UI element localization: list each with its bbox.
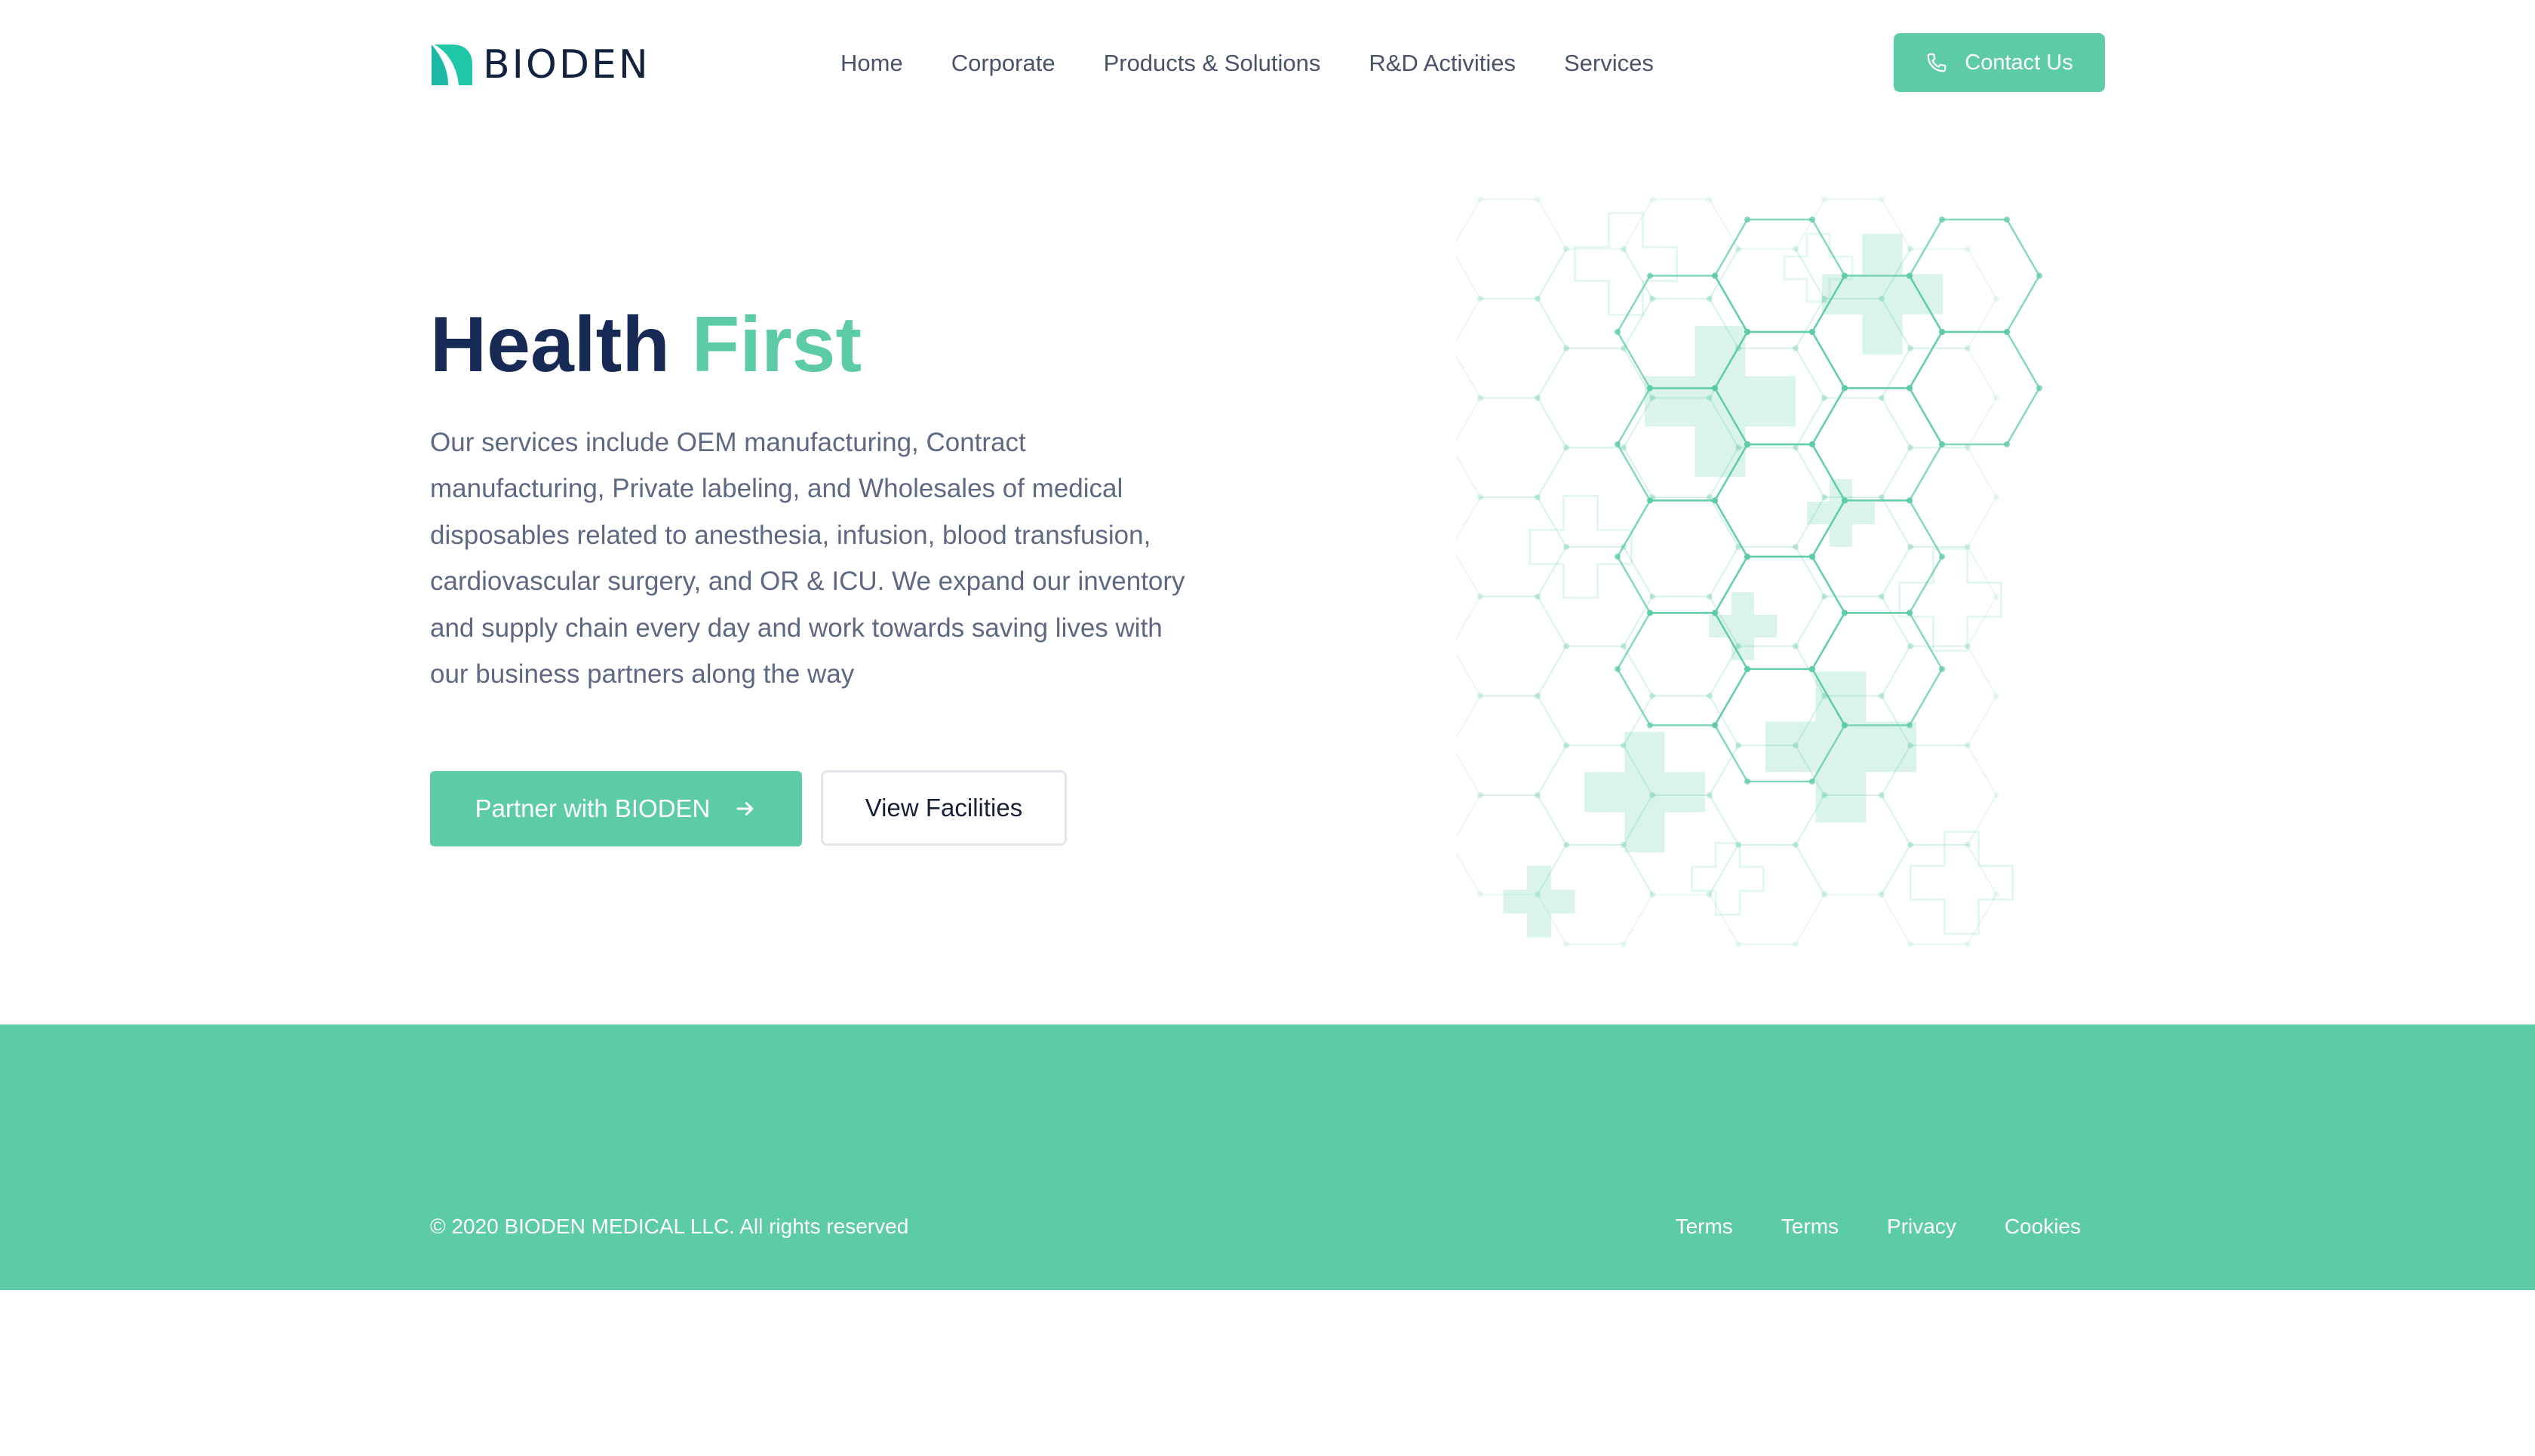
arrow-right-icon — [736, 802, 754, 816]
partner-button[interactable]: Partner with BIODEN — [430, 771, 802, 846]
hero-title-part2: First — [691, 301, 862, 389]
site-footer: © 2020 BIODEN MEDICAL LLC. All rights re… — [0, 1024, 2535, 1290]
footer-link-terms-2[interactable]: Terms — [1781, 1215, 1839, 1239]
copyright-text: © 2020 BIODEN MEDICAL LLC. All rights re… — [430, 1215, 909, 1238]
contact-us-button[interactable]: Contact Us — [1894, 33, 2105, 92]
footer-link-terms[interactable]: Terms — [1676, 1215, 1733, 1239]
footer-links: Terms Terms Privacy Cookies — [1627, 1215, 2081, 1239]
nav-item-home[interactable]: Home — [840, 50, 903, 77]
page: BIODEN Home Corporate Products & Solutio… — [0, 0, 2535, 1456]
nav-item-services[interactable]: Services — [1564, 50, 1654, 77]
hero-description: Our services include OEM manufacturing, … — [430, 428, 1185, 690]
hexagon-medical-pattern-illustration — [1456, 196, 2042, 948]
logo-text: BIODEN — [483, 42, 650, 88]
site-header: BIODEN Home Corporate Products & Solutio… — [0, 0, 2535, 128]
nav-item-rd-activities[interactable]: R&D Activities — [1369, 50, 1516, 77]
footer-link-cookies[interactable]: Cookies — [2005, 1215, 2081, 1239]
nav-item-products-solutions[interactable]: Products & Solutions — [1104, 50, 1321, 77]
view-facilities-label: View Facilities — [865, 794, 1023, 822]
logo-link[interactable]: BIODEN — [430, 42, 650, 88]
main-nav: Home Corporate Products & Solutions R&D … — [840, 45, 1702, 81]
partner-button-label: Partner with BIODEN — [475, 794, 711, 822]
footer-link-privacy[interactable]: Privacy — [1887, 1215, 1956, 1239]
nav-item-corporate[interactable]: Corporate — [951, 50, 1055, 77]
hero-title-part1: Health — [430, 301, 670, 389]
phone-icon — [1927, 53, 1947, 72]
leaf-logo-icon — [432, 45, 472, 85]
view-facilities-button[interactable]: View Facilities — [821, 770, 1067, 846]
hero-title: Health First — [430, 302, 862, 388]
contact-us-label: Contact Us — [1965, 50, 2073, 75]
